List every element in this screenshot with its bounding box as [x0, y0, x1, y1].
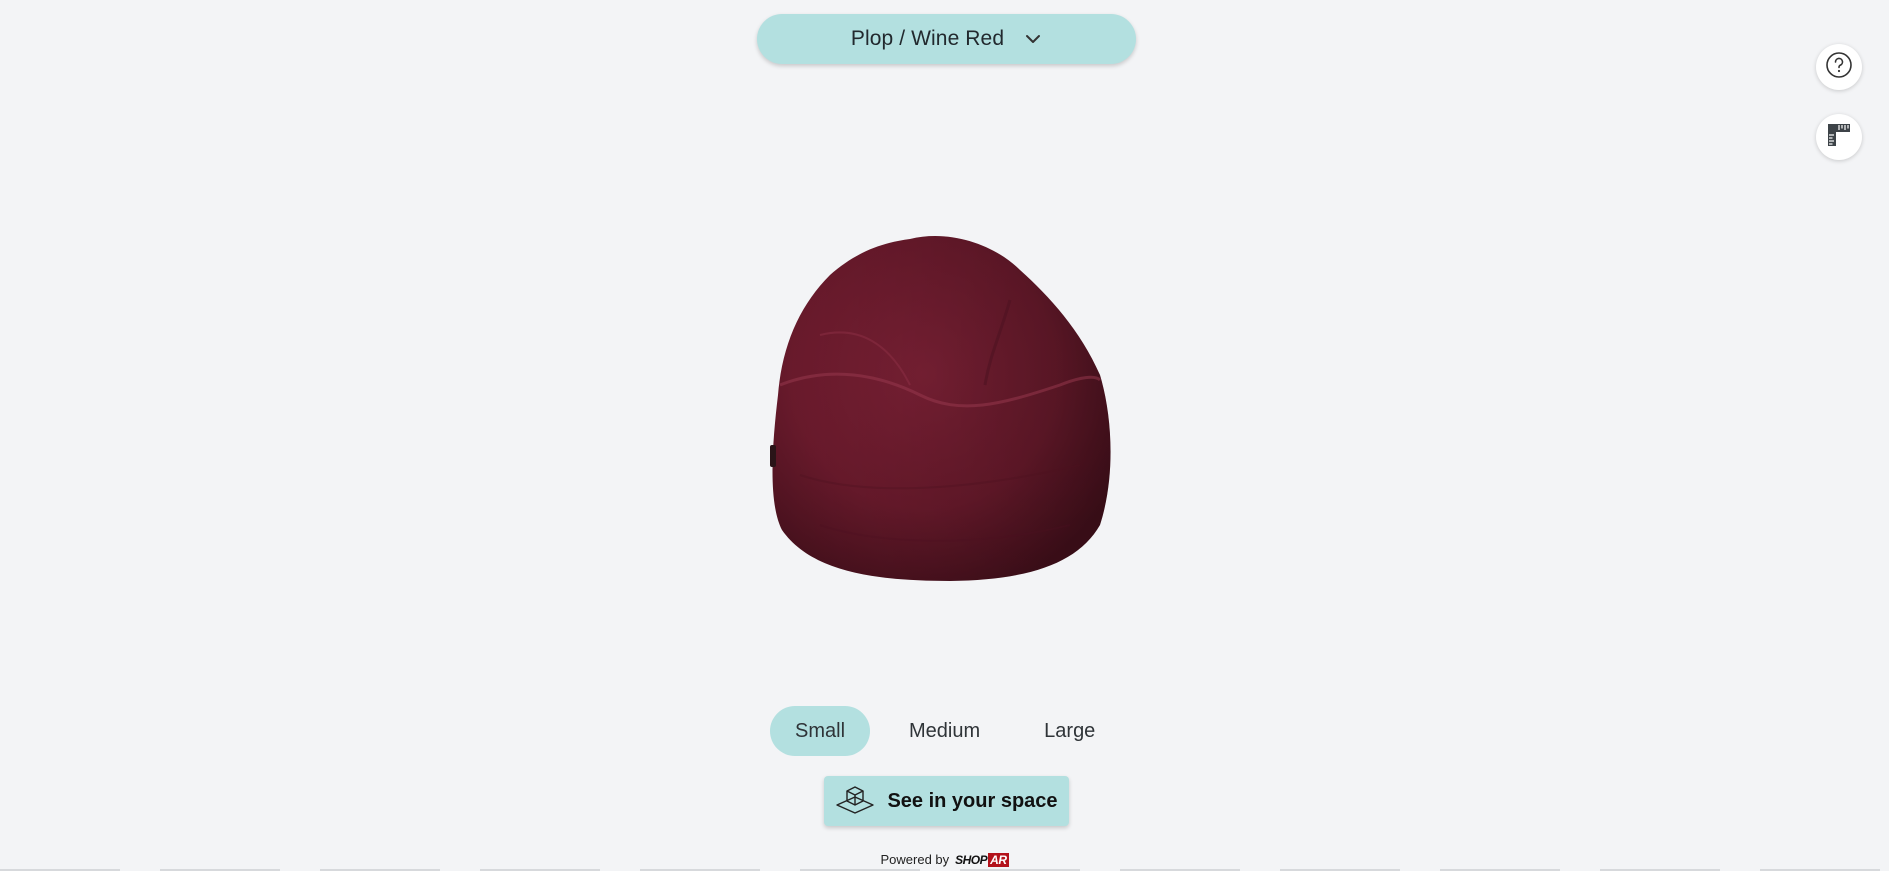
- measure-button[interactable]: [1816, 114, 1862, 160]
- size-tabs: Small Medium Large: [770, 706, 1120, 756]
- size-option-label: Small: [795, 719, 846, 742]
- size-option-large[interactable]: Large: [1019, 706, 1120, 756]
- powered-by-footer: Powered by SHOP AR: [0, 852, 1889, 867]
- size-option-label: Large: [1044, 719, 1096, 742]
- ruler-icon: [1825, 121, 1853, 154]
- shopar-logo[interactable]: SHOP AR: [955, 852, 1009, 867]
- chevron-down-icon: [1024, 30, 1042, 48]
- bean-bag-model: [770, 235, 1111, 582]
- size-option-medium[interactable]: Medium: [884, 706, 1005, 756]
- variant-select-button[interactable]: Plop / Wine Red: [757, 14, 1136, 64]
- size-option-label: Medium: [909, 719, 981, 742]
- see-in-your-space-button[interactable]: See in your space: [824, 776, 1069, 826]
- powered-by-label: Powered by: [880, 852, 950, 867]
- brand-shop-text: SHOP: [955, 852, 988, 867]
- ar-cube-icon: [835, 783, 875, 820]
- ar-viewer-page: Plop / Wine Red Small Medium Large See i…: [0, 0, 1889, 871]
- brand-ar-text: AR: [988, 852, 1009, 867]
- product-3d-viewer[interactable]: [760, 225, 1130, 595]
- help-button[interactable]: [1816, 44, 1862, 90]
- variant-label: Plop / Wine Red: [850, 27, 1005, 50]
- help-circle-icon: [1825, 51, 1853, 84]
- size-option-small[interactable]: Small: [770, 706, 871, 756]
- see-in-your-space-label: See in your space: [887, 789, 1058, 812]
